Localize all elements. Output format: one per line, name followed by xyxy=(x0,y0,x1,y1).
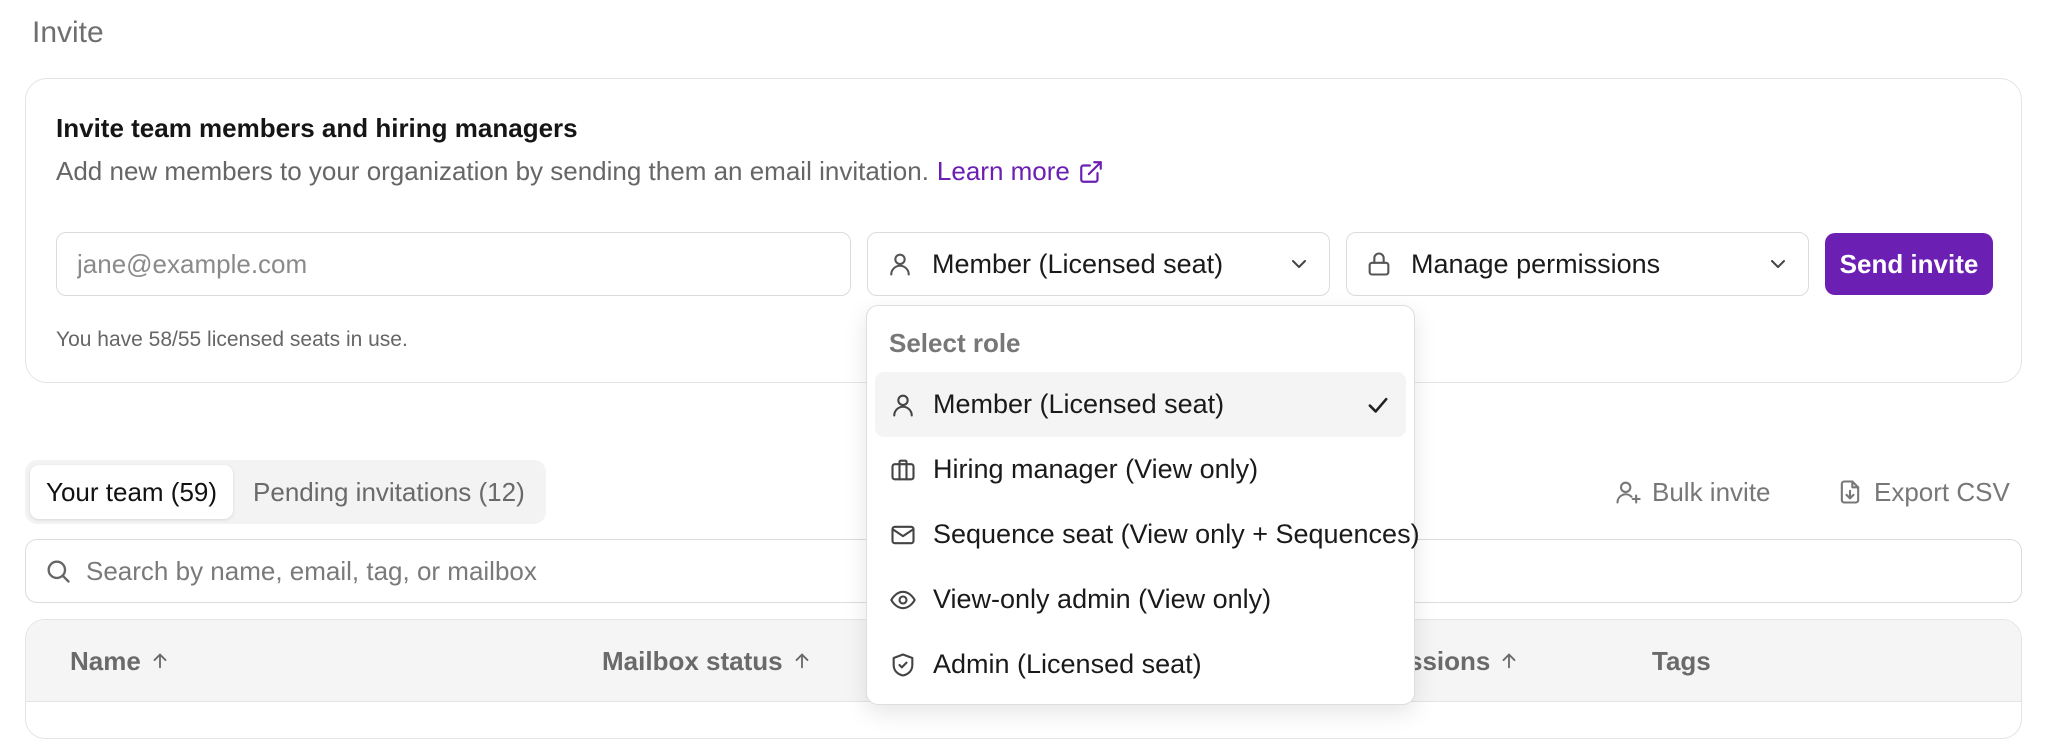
tab-your-team[interactable]: Your team (59) xyxy=(30,465,234,519)
external-link-icon xyxy=(1080,160,1102,183)
arrow-up-icon xyxy=(153,653,167,669)
column-header-name[interactable]: Name xyxy=(70,620,171,702)
role-select-value: Member (Licensed seat) xyxy=(932,248,1224,279)
role-option-hiring-manager[interactable]: Hiring manager (View only) xyxy=(875,437,1406,502)
chevron-down-icon xyxy=(1766,252,1790,276)
learn-more-link[interactable]: Learn more xyxy=(937,156,1104,187)
description-text: Add new members to your organization by … xyxy=(56,156,929,186)
team-tabs: Your team (59) Pending invitations (12) xyxy=(25,460,546,524)
column-header-label: Tags xyxy=(1652,645,1711,676)
eye-icon xyxy=(889,586,917,614)
role-option-member[interactable]: Member (Licensed seat) xyxy=(875,372,1406,437)
learn-more-label: Learn more xyxy=(936,156,1070,186)
role-dropdown-menu: Select role Member (Licensed seat) Hirin… xyxy=(866,305,1420,705)
arrow-up-icon xyxy=(1502,653,1516,669)
user-plus-icon xyxy=(1616,481,1641,504)
search-icon xyxy=(44,557,72,585)
card-heading: Invite team members and hiring managers xyxy=(56,113,578,143)
column-header-permissions[interactable]: ssions xyxy=(1408,620,1520,702)
send-invite-button[interactable]: Send invite xyxy=(1825,233,1993,295)
briefcase-icon xyxy=(889,456,917,484)
permissions-select-value: Manage permissions xyxy=(1411,248,1661,279)
tab-pending-invitations[interactable]: Pending invitations (12) xyxy=(237,465,541,519)
user-icon xyxy=(886,250,914,278)
bulk-invite-label: Bulk invite xyxy=(1652,476,1771,507)
role-option-label: Hiring manager (View only) xyxy=(933,454,1259,484)
export-csv-button[interactable]: Export CSV xyxy=(1836,470,2010,514)
dropdown-title: Select role xyxy=(889,327,1021,358)
role-option-sequence-seat[interactable]: Sequence seat (View only + Sequences) xyxy=(875,502,1420,567)
permissions-select[interactable]: Manage permissions xyxy=(1346,232,1809,296)
role-option-label: Member (Licensed seat) xyxy=(933,389,1225,419)
check-icon xyxy=(1364,391,1392,419)
column-header-label: Mailbox status xyxy=(602,645,783,676)
role-option-label: Admin (Licensed seat) xyxy=(933,649,1202,679)
export-csv-label: Export CSV xyxy=(1874,476,2010,507)
bulk-invite-button[interactable]: Bulk invite xyxy=(1614,470,1771,514)
page-title: Invite xyxy=(32,16,104,49)
email-input[interactable] xyxy=(56,232,851,296)
role-select[interactable]: Member (Licensed seat) xyxy=(867,232,1330,296)
file-download-icon xyxy=(1840,480,1860,504)
role-option-label: Sequence seat (View only + Sequences) xyxy=(933,519,1420,549)
mail-icon xyxy=(889,521,917,549)
chevron-down-icon xyxy=(1287,252,1311,276)
user-icon xyxy=(889,391,917,419)
card-description: Add new members to your organization by … xyxy=(56,156,1104,187)
arrow-up-icon xyxy=(795,653,809,669)
role-option-admin[interactable]: Admin (Licensed seat) xyxy=(875,632,1406,697)
column-header-mailbox-status[interactable]: Mailbox status xyxy=(602,620,813,702)
role-option-label: View-only admin (View only) xyxy=(933,584,1272,614)
column-header-tags[interactable]: Tags xyxy=(1652,620,1711,702)
column-header-label: Name xyxy=(70,645,141,676)
column-header-label: ssions xyxy=(1408,645,1491,676)
seats-note: You have 58/55 licensed seats in use. xyxy=(56,328,408,351)
lock-icon xyxy=(1365,250,1393,278)
role-option-view-only-admin[interactable]: View-only admin (View only) xyxy=(875,567,1406,632)
shield-icon xyxy=(889,651,917,679)
